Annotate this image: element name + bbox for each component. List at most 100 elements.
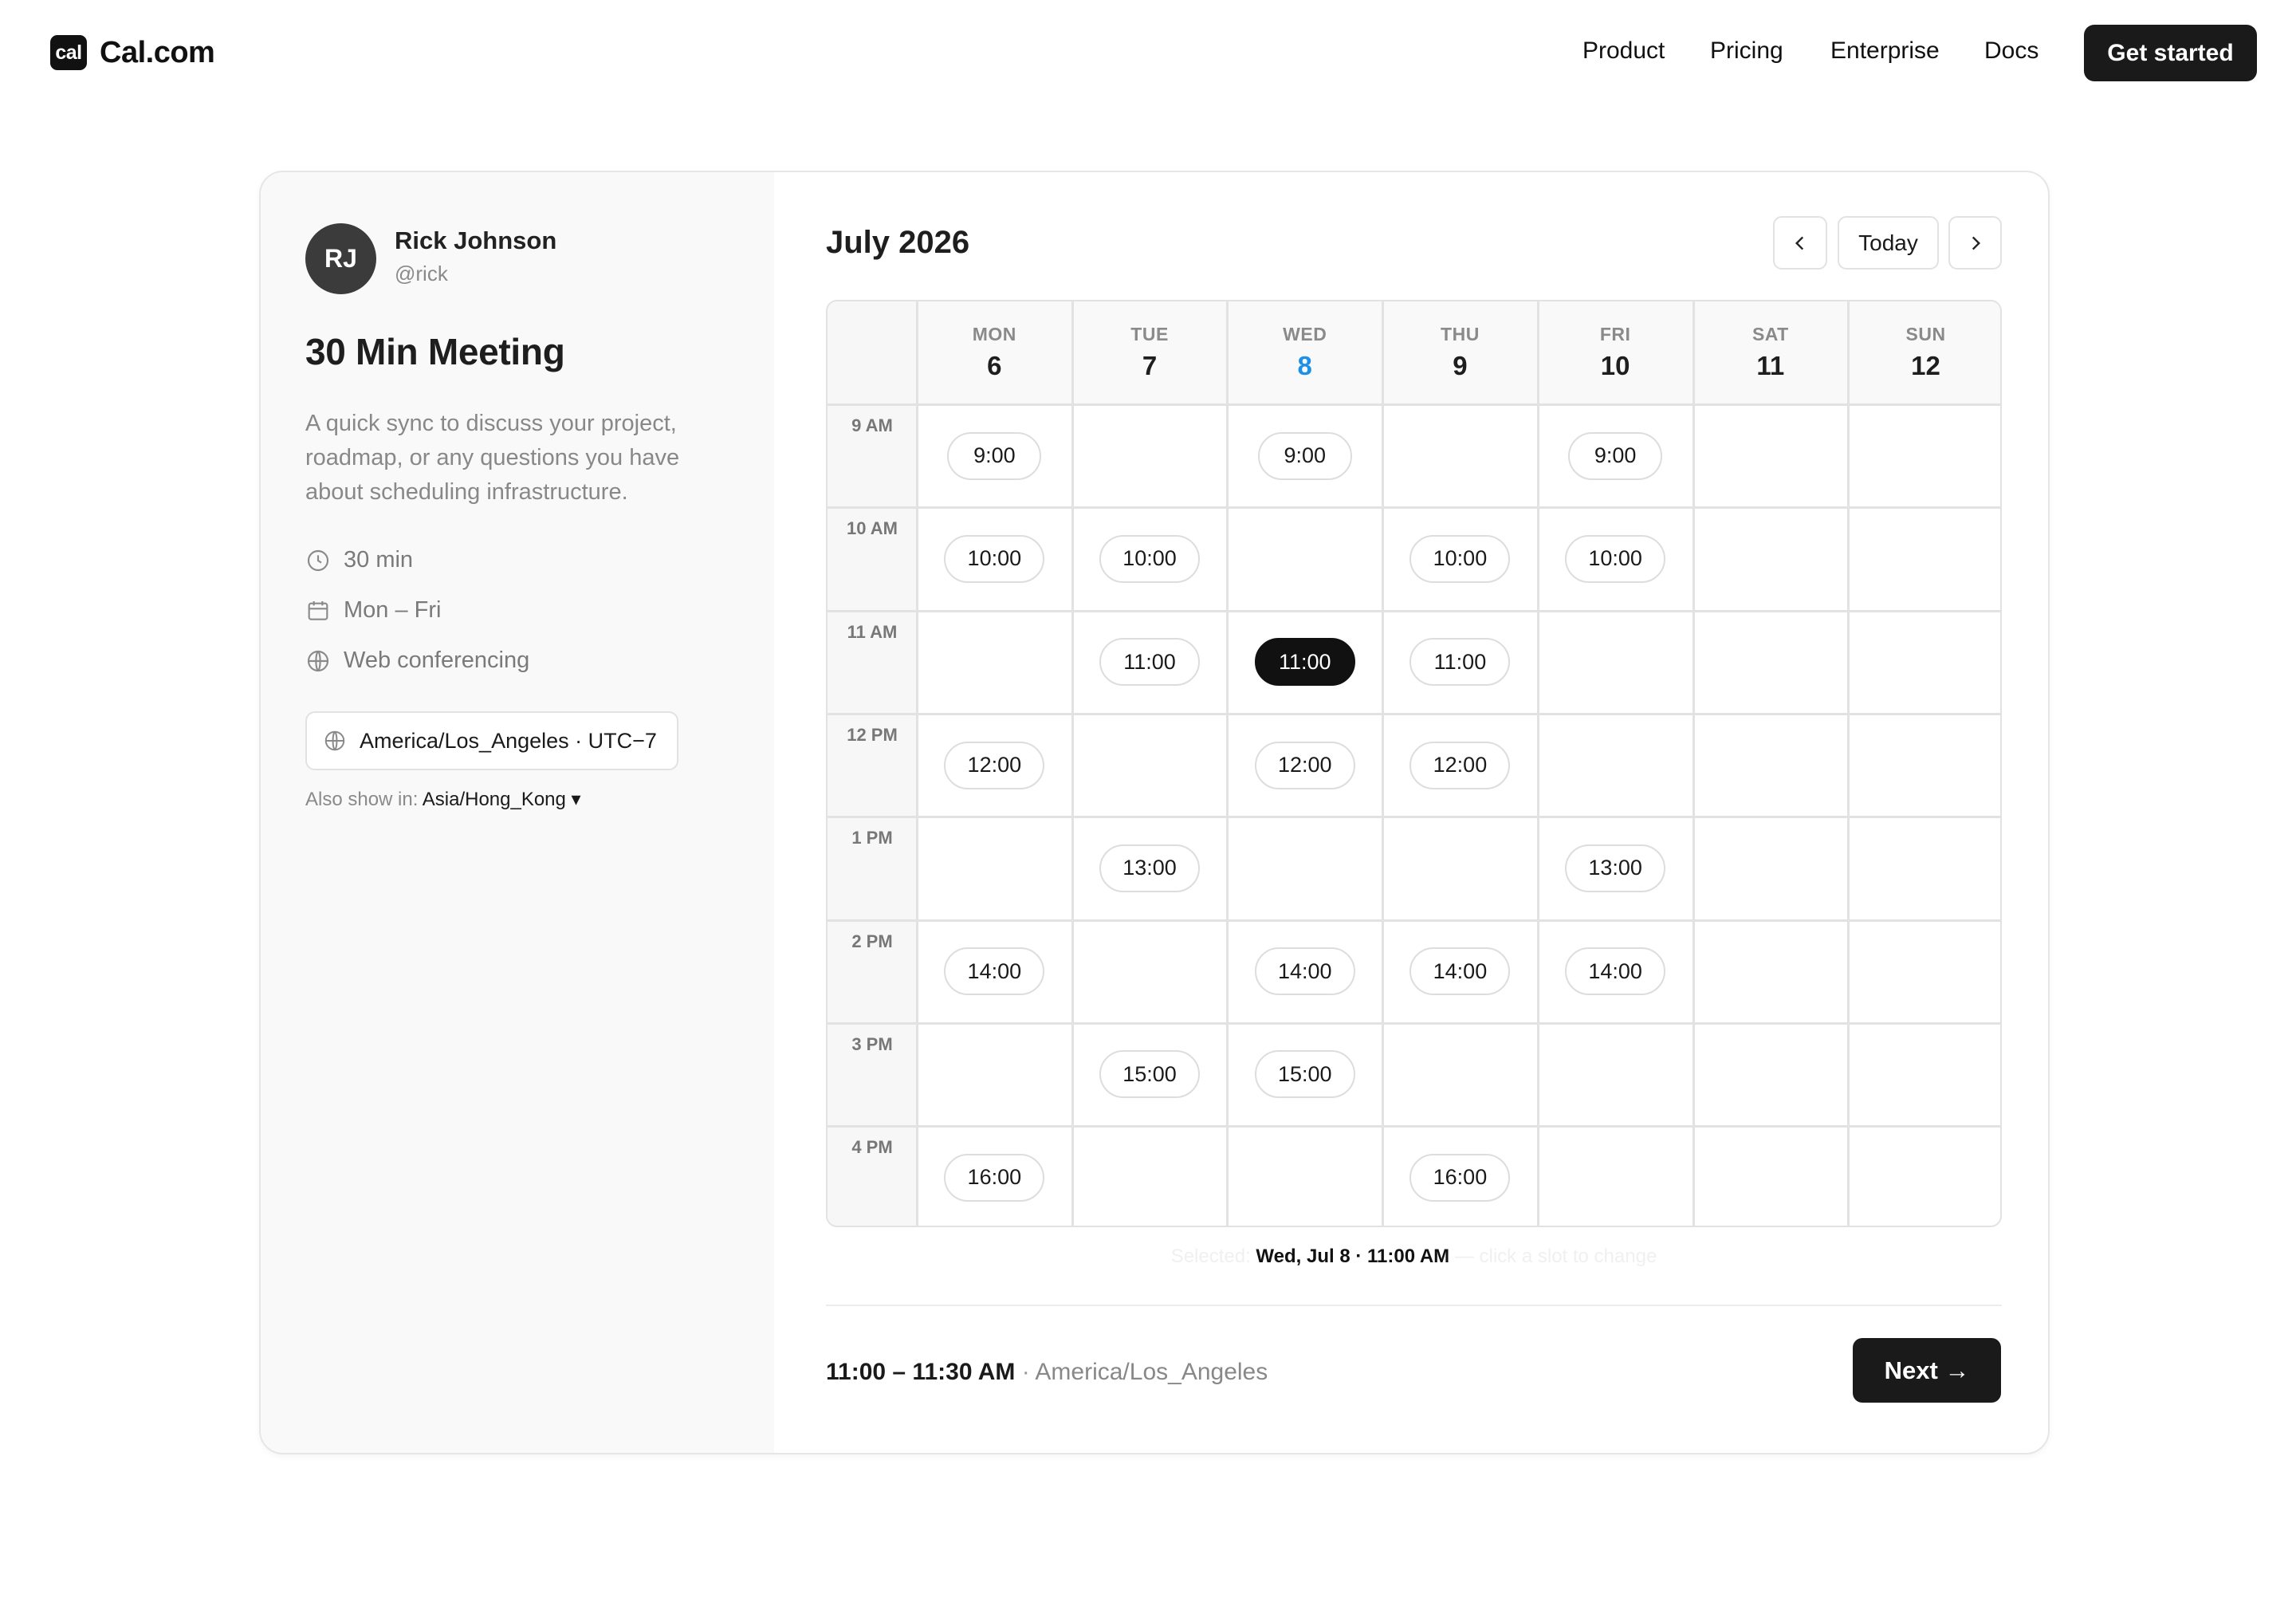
- next-button[interactable]: Next →: [1853, 1338, 2001, 1403]
- brand-mark-icon: cal: [50, 35, 87, 70]
- selected-slot-value: Wed, Jul 8 · 11:00 AM: [1256, 1246, 1450, 1267]
- next-week-button[interactable]: [1948, 216, 2002, 270]
- days-row: Mon – Fri: [305, 597, 441, 624]
- globe-icon: [324, 730, 345, 751]
- time-slot[interactable]: 12:00: [1254, 741, 1355, 789]
- clock-icon: [307, 549, 329, 571]
- hour-label: 2 PM: [851, 931, 893, 951]
- event-info-panel: RJ Rick Johnson @rick 30 Min Meeting A q…: [261, 172, 774, 1453]
- time-slot[interactable]: 10:00: [1409, 534, 1511, 583]
- location-row: Web conferencing: [305, 647, 529, 674]
- time-slot[interactable]: 14:00: [1409, 947, 1511, 996]
- day-name-mon: MON: [972, 324, 1016, 344]
- grid-column-line: [1382, 301, 1385, 1226]
- day-number-thu: 9: [1453, 351, 1468, 380]
- prev-week-button[interactable]: [1773, 216, 1827, 270]
- duration-text: 30 min: [344, 547, 414, 573]
- day-name-wed: WED: [1283, 324, 1327, 344]
- time-slot-selected[interactable]: 11:00: [1254, 638, 1355, 687]
- nav-link-pricing[interactable]: Pricing: [1710, 37, 1783, 65]
- grid-column-line: [1536, 301, 1539, 1226]
- grid-row-line: [828, 919, 2000, 922]
- grid-column-line: [1847, 301, 1850, 1226]
- host-name: Rick Johnson: [395, 226, 557, 254]
- day-number-sun: 12: [1911, 351, 1940, 380]
- calendar-icon: [308, 600, 328, 620]
- day-number-mon: 6: [987, 351, 1002, 380]
- globe-icon: [307, 650, 329, 671]
- time-slot[interactable]: 13:00: [1565, 844, 1666, 892]
- time-slot[interactable]: 10:00: [1099, 534, 1201, 583]
- selected-slot-line: Selected: Wed, Jul 8 · 11:00 AM — click …: [826, 1246, 2002, 1268]
- nav-link-enterprise[interactable]: Enterprise: [1830, 37, 1940, 65]
- day-name-sun: SUN: [1905, 324, 1946, 344]
- nav-link-product[interactable]: Product: [1582, 37, 1665, 65]
- chevron-right-icon: [1972, 236, 1980, 250]
- time-slot[interactable]: 10:00: [944, 534, 1045, 583]
- grid-column-line: [1071, 301, 1074, 1226]
- brand-name: Cal.com: [100, 35, 215, 69]
- time-slot[interactable]: 13:00: [1099, 844, 1201, 892]
- summary-time: 11:00 – 11:30 AM: [826, 1359, 1016, 1385]
- grid-row-line: [828, 609, 2000, 612]
- hour-label: 4 PM: [851, 1137, 893, 1158]
- time-slot[interactable]: 14:00: [1254, 947, 1355, 996]
- brand-logo[interactable]: cal Cal.com: [50, 35, 215, 70]
- grid-row-line: [828, 403, 2000, 406]
- grid-column-line: [1692, 301, 1695, 1226]
- time-slot[interactable]: 15:00: [1099, 1050, 1201, 1099]
- time-slot[interactable]: 10:00: [1565, 534, 1666, 583]
- time-slot[interactable]: 16:00: [1409, 1153, 1511, 1202]
- grid-column-line: [1226, 301, 1229, 1226]
- hour-label: 3 PM: [851, 1033, 893, 1054]
- booking-card: RJ Rick Johnson @rick 30 Min Meeting A q…: [259, 171, 2050, 1454]
- booking-summary: 11:00 – 11:30 AM · America/Los_Angeles: [826, 1359, 1268, 1386]
- time-slot[interactable]: 14:00: [1565, 947, 1666, 996]
- duration-row: 30 min: [305, 547, 413, 573]
- hour-label: 9 AM: [851, 415, 893, 435]
- day-name-sat: SAT: [1751, 324, 1789, 344]
- summary-timezone: America/Los_Angeles: [1035, 1359, 1268, 1385]
- grid-row-line: [828, 816, 2000, 819]
- event-description: A quick sync to discuss your project, ro…: [305, 411, 680, 505]
- chevron-left-icon: [1795, 236, 1804, 250]
- nav-link-docs[interactable]: Docs: [1984, 37, 2038, 65]
- time-slot[interactable]: 14:00: [944, 947, 1045, 996]
- host-handle: @rick: [395, 262, 448, 285]
- selected-suffix: — click a slot to change: [1449, 1246, 1657, 1267]
- day-name-fri: FRI: [1599, 324, 1631, 344]
- timezone-value: America/Los_Angeles · UTC−7: [360, 728, 657, 753]
- month-title: July 2026: [826, 225, 970, 260]
- day-number-fri: 10: [1600, 351, 1630, 380]
- grid-row-line: [828, 506, 2000, 510]
- get-started-button[interactable]: Get started: [2084, 25, 2257, 81]
- time-slot[interactable]: 12:00: [944, 741, 1045, 789]
- location-text: Web conferencing: [344, 647, 530, 673]
- time-slot[interactable]: 12:00: [1409, 741, 1511, 789]
- event-title: 30 Min Meeting: [305, 331, 565, 372]
- grid-column-line: [916, 301, 918, 1226]
- top-nav: cal Cal.com Product Pricing Enterprise D…: [0, 0, 2296, 107]
- day-name-thu: THU: [1441, 324, 1480, 344]
- time-slot[interactable]: 15:00: [1254, 1050, 1355, 1099]
- day-number-sat: 11: [1756, 351, 1785, 380]
- time-slot[interactable]: 9:00: [1568, 431, 1663, 480]
- time-slot[interactable]: 9:00: [1257, 431, 1352, 480]
- time-slot[interactable]: 16:00: [944, 1153, 1045, 1202]
- hour-label: 10 AM: [847, 518, 898, 539]
- week-grid: MON 6 TUE 7 WED 8 THU 9 FRI 10 SAT 11 SUN 12 9 AM 10 AM…: [826, 300, 2002, 1227]
- day-number-tue: 7: [1142, 351, 1158, 380]
- hour-label: 12 PM: [847, 724, 898, 745]
- today-button[interactable]: Today: [1838, 216, 1939, 270]
- time-slot[interactable]: 9:00: [947, 431, 1042, 480]
- hour-label: 11 AM: [847, 621, 898, 642]
- time-slot[interactable]: 11:00: [1409, 638, 1511, 687]
- hour-label: 1 PM: [851, 828, 893, 848]
- timezone-select[interactable]: America/Los_Angeles · UTC−7: [305, 711, 678, 770]
- grid-row-line: [828, 1125, 2000, 1128]
- avatar: RJ: [305, 223, 376, 294]
- divider: [826, 1305, 2002, 1306]
- grid-corner: [828, 301, 917, 404]
- time-slot[interactable]: 11:00: [1099, 638, 1201, 687]
- also-show-timezone-dropdown[interactable]: Asia/Hong_Kong ▾: [423, 789, 581, 810]
